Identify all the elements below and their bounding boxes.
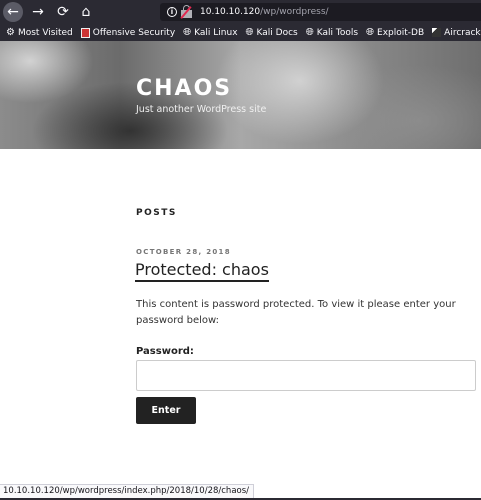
post-date[interactable]: OCTOBER 28, 2018 [136, 248, 231, 256]
offsec-icon [80, 27, 90, 38]
gear-icon: ⚙ [6, 27, 15, 38]
bookmark-label: Most Visited [17, 27, 73, 38]
bookmark-offensive-security[interactable]: Offensive Security [80, 27, 176, 38]
globe-icon: 🌐︎ [245, 27, 254, 38]
bookmark-exploit-db[interactable]: 🌐︎ Exploit-DB [366, 27, 424, 38]
bookmark-label: Offensive Security [92, 27, 176, 38]
home-button[interactable]: ⌂ [76, 2, 96, 22]
post-protected-text: This content is password protected. To v… [136, 299, 456, 326]
browser-toolbar: ← → ⟳ ⌂ i 10.10.10.120/wp/wordpress/ [0, 0, 481, 24]
posts-heading: POSTS [136, 208, 177, 218]
post-title[interactable]: Protected: chaos [135, 260, 269, 282]
globe-icon: 🌐︎ [183, 27, 192, 38]
home-icon: ⌂ [81, 4, 91, 20]
url-host: 10.10.10.120 [200, 7, 261, 17]
forward-button[interactable]: → [28, 2, 48, 22]
globe-icon: 🌐︎ [366, 27, 375, 38]
site-description: Just another WordPress site [136, 104, 267, 115]
bookmarks-bar: ⚙ Most Visited Offensive Security 🌐︎ Kali … [0, 24, 481, 41]
aircrack-icon [432, 28, 442, 37]
bookmark-label: Kali Docs [256, 27, 298, 38]
bookmark-aircrack[interactable]: Aircrack [432, 27, 481, 38]
site-header: CHAOS Just another WordPress site [0, 41, 481, 149]
enter-button[interactable]: Enter [136, 397, 196, 424]
site-title[interactable]: CHAOS [136, 76, 232, 101]
bookmark-label: Aircrack [444, 27, 481, 38]
bookmark-label: Kali Tools [316, 27, 359, 38]
bookmark-kali-tools[interactable]: 🌐︎ Kali Tools [306, 27, 358, 38]
info-icon[interactable]: i [167, 7, 177, 17]
globe-icon: 🌐︎ [305, 27, 314, 38]
bookmark-label: Kali Linux [194, 27, 238, 38]
bookmark-kali-linux[interactable]: 🌐︎ Kali Linux [183, 27, 237, 38]
bookmark-kali-docs[interactable]: 🌐︎ Kali Docs [246, 27, 298, 38]
insecure-lock-icon[interactable] [180, 4, 192, 19]
status-bar-url: 10.10.10.120/wp/wordpress/index.php/2018… [0, 484, 255, 498]
password-input[interactable] [136, 360, 476, 391]
reload-button[interactable]: ⟳ [53, 2, 73, 22]
password-label: Password: [136, 346, 194, 357]
back-button[interactable]: ← [3, 2, 23, 22]
url-path: /wp/wordpress/ [260, 7, 329, 17]
reload-icon: ⟳ [57, 4, 69, 20]
arrow-left-icon: ← [7, 4, 19, 20]
arrow-right-icon: → [32, 4, 44, 20]
bookmark-most-visited[interactable]: ⚙ Most Visited [6, 27, 73, 38]
bookmark-label: Exploit-DB [377, 27, 425, 38]
url-bar[interactable]: i 10.10.10.120/wp/wordpress/ [160, 3, 481, 21]
